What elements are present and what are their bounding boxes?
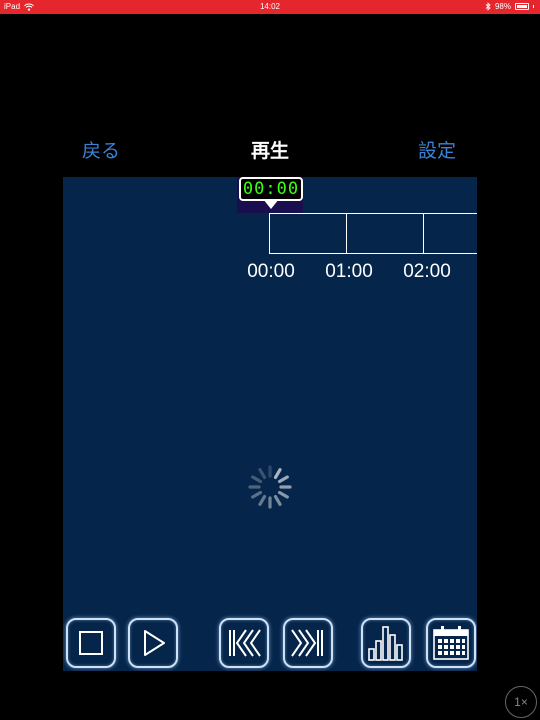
rewind-button[interactable] — [219, 618, 269, 668]
zoom-badge[interactable]: 1× — [505, 686, 537, 718]
current-time-display: 00:00 — [239, 177, 303, 201]
stop-icon — [79, 631, 103, 655]
battery-tip — [533, 5, 534, 8]
spinner-spoke — [273, 494, 282, 506]
time-pointer-icon — [263, 199, 279, 209]
page-title: 再生 — [250, 141, 289, 162]
calendar-button[interactable] — [426, 618, 476, 668]
spinner-spoke — [273, 468, 282, 480]
timeline-track[interactable] — [269, 213, 477, 254]
time-marker[interactable]: 00:00 — [237, 177, 303, 213]
loading-spinner-icon — [248, 465, 292, 509]
timeline-label: 00:00 — [247, 261, 295, 282]
timeline-segment — [423, 213, 477, 254]
spinner-spoke — [251, 475, 263, 484]
play-icon — [144, 630, 165, 656]
battery-icon — [515, 3, 529, 10]
player-panel: 00:00 00:00 01:00 02:00 — [63, 177, 477, 671]
bluetooth-icon — [485, 2, 491, 11]
spinner-spoke — [251, 490, 263, 499]
playback-controls — [63, 615, 477, 671]
rewind-icon — [229, 629, 261, 657]
spinner-spoke — [277, 490, 289, 499]
settings-button[interactable]: 設定 — [418, 136, 456, 163]
stop-button[interactable] — [66, 618, 116, 668]
bar-chart-icon — [368, 626, 403, 661]
spinner-spoke — [277, 475, 289, 484]
status-right: 98% — [485, 2, 534, 11]
spinner-spoke — [258, 494, 267, 506]
calendar-icon — [433, 626, 469, 660]
timeline-segment — [346, 213, 424, 254]
fast-forward-icon — [291, 629, 323, 657]
play-button[interactable] — [128, 618, 178, 668]
timeline-labels: 00:00 01:00 02:00 — [63, 261, 477, 285]
battery-percent: 98% — [494, 2, 511, 11]
spinner-spoke — [258, 468, 267, 480]
chart-button[interactable] — [361, 618, 411, 668]
timeline-label: 02:00 — [403, 261, 451, 282]
timeline-label: 01:00 — [325, 261, 373, 282]
status-bar: iPad 14:02 98% — [0, 0, 540, 14]
timeline-segment — [269, 213, 347, 254]
fast-forward-button[interactable] — [283, 618, 333, 668]
status-time: 14:02 — [259, 2, 281, 11]
